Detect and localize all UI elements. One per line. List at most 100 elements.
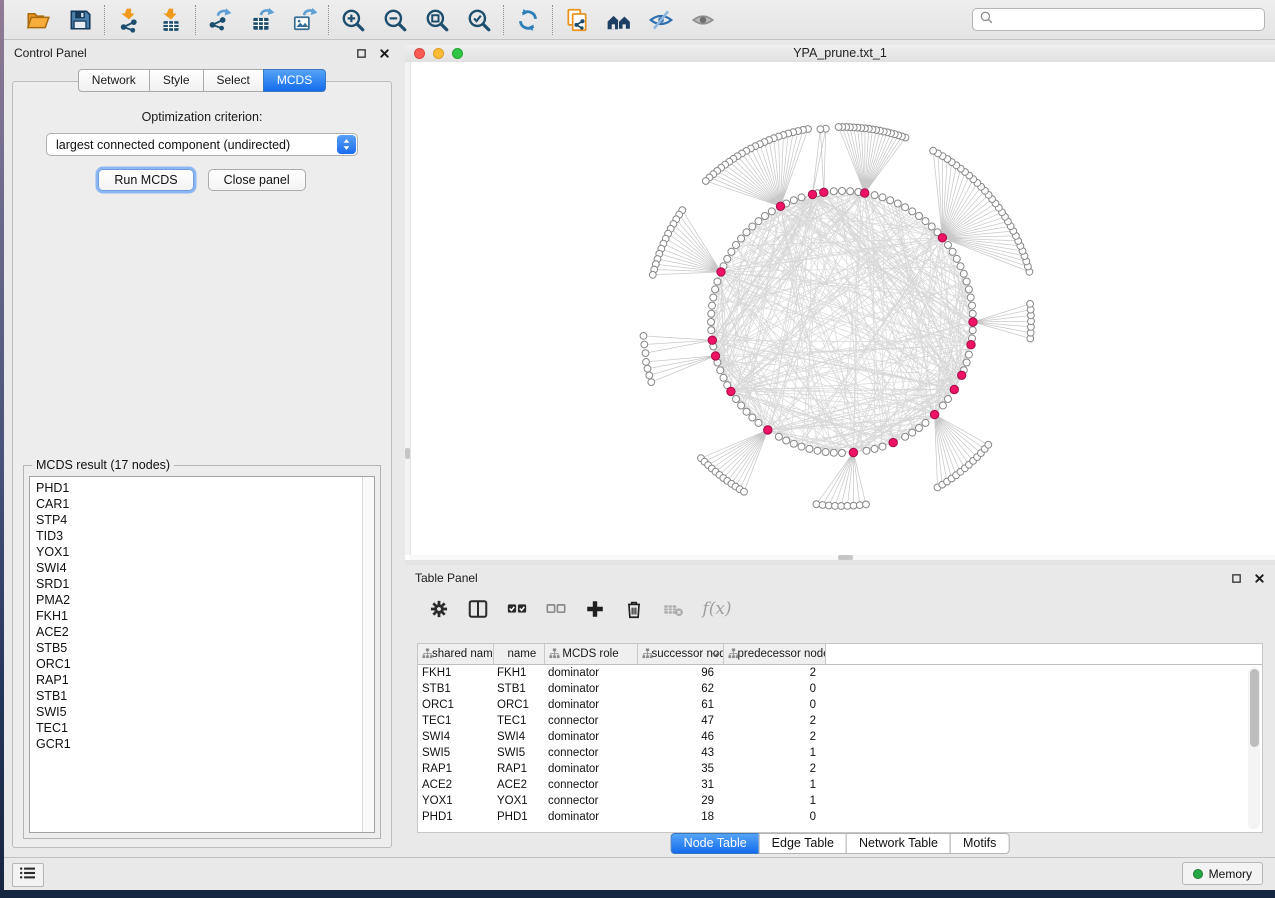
zoom-out-icon: [382, 7, 408, 33]
column-header-shared-name[interactable]: shared name: [418, 644, 493, 665]
tab-motifs[interactable]: Motifs: [950, 833, 1009, 854]
refresh-view-button[interactable]: [513, 5, 543, 35]
mcds-result-item[interactable]: YOX1: [30, 544, 362, 560]
status-bar: Memory: [4, 857, 1275, 890]
table-row[interactable]: PHD1PHD1dominator180: [418, 809, 1262, 825]
import-network-button[interactable]: [114, 5, 144, 35]
mcds-result-item[interactable]: PMA2: [30, 592, 362, 608]
split-columns-icon: [467, 598, 489, 620]
mcds-result-item[interactable]: STB5: [30, 640, 362, 656]
open-file-icon: [25, 7, 51, 33]
deselect-all-button[interactable]: [542, 595, 570, 623]
table-row[interactable]: YOX1YOX1connector291: [418, 793, 1262, 809]
export-table-button[interactable]: [247, 5, 277, 35]
delete-row-icon: [623, 598, 645, 620]
apply-function-button[interactable]: f(x): [698, 595, 736, 623]
show-panels-button[interactable]: [688, 5, 718, 35]
tab-edge-table[interactable]: Edge Table: [759, 833, 847, 854]
tab-style[interactable]: Style: [149, 69, 204, 92]
mcds-result-item[interactable]: FKH1: [30, 608, 362, 624]
status-menu-button[interactable]: [12, 863, 44, 887]
column-header-name[interactable]: name: [493, 644, 544, 665]
close-panel-icon[interactable]: [378, 47, 390, 59]
zoom-selected-button[interactable]: [464, 5, 494, 35]
export-network-button[interactable]: [205, 5, 235, 35]
shared-column-icon: [549, 648, 560, 662]
close-panel-button[interactable]: Close panel: [208, 169, 306, 191]
criterion-dropdown[interactable]: largest connected component (undirected): [46, 133, 358, 156]
optimization-criterion-label: Optimization criterion:: [142, 110, 263, 124]
mcds-result-item[interactable]: RAP1: [30, 672, 362, 688]
tab-network[interactable]: Network: [78, 69, 150, 92]
tab-select[interactable]: Select: [203, 69, 264, 92]
close-table-panel-icon[interactable]: [1253, 572, 1265, 584]
mcds-result-item[interactable]: ACE2: [30, 624, 362, 640]
mcds-result-title: MCDS result (17 nodes): [32, 458, 174, 472]
table-row[interactable]: FKH1FKH1dominator962: [418, 665, 1262, 682]
network-overview-button[interactable]: [604, 5, 634, 35]
sort-desc-icon: [711, 650, 720, 662]
hide-panels-icon: [648, 7, 674, 33]
add-row-button[interactable]: [581, 595, 609, 623]
mcds-result-item[interactable]: SWI5: [30, 704, 362, 720]
network-title: YPA_prune.txt_1: [405, 46, 1275, 60]
app-window: Control Panel NetworkStyleSelectMCDS Opt…: [4, 0, 1275, 890]
table-row[interactable]: ACE2ACE2connector311: [418, 777, 1262, 793]
tab-mcds[interactable]: MCDS: [263, 69, 326, 92]
tab-node-table[interactable]: Node Table: [671, 833, 760, 854]
float-table-panel-icon[interactable]: [1230, 572, 1242, 584]
column-header-successor-nodes[interactable]: successor nodes: [637, 644, 723, 665]
clone-network-button[interactable]: [562, 5, 592, 35]
mcds-result-item[interactable]: SRD1: [30, 576, 362, 592]
zoom-fit-icon: [424, 7, 450, 33]
table-scrollbar[interactable]: [1248, 667, 1260, 829]
mcds-result-item[interactable]: GCR1: [30, 736, 362, 752]
control-panel-title: Control Panel: [14, 46, 87, 60]
import-table-button[interactable]: [156, 5, 186, 35]
network-vertical-scrollbar[interactable]: [405, 62, 411, 555]
zoom-out-button[interactable]: [380, 5, 410, 35]
mcds-result-item[interactable]: CAR1: [30, 496, 362, 512]
float-panel-icon[interactable]: [355, 47, 367, 59]
save-session-button[interactable]: [65, 5, 95, 35]
open-file-button[interactable]: [23, 5, 53, 35]
table-row[interactable]: STB1STB1dominator620: [418, 681, 1262, 697]
toolbar-group: [196, 5, 328, 35]
column-header-predecessor-nodes[interactable]: predecessor nodes: [723, 644, 825, 665]
mcds-result-item[interactable]: STB1: [30, 688, 362, 704]
run-mcds-button[interactable]: Run MCDS: [98, 169, 193, 191]
memory-button[interactable]: Memory: [1182, 862, 1263, 885]
table-row[interactable]: TEC1TEC1connector472: [418, 713, 1262, 729]
delete-row-button[interactable]: [620, 595, 648, 623]
main-toolbar: [4, 0, 1275, 40]
delete-table-button[interactable]: [659, 595, 687, 623]
mcds-result-item[interactable]: SWI4: [30, 560, 362, 576]
table-row[interactable]: RAP1RAP1dominator352: [418, 761, 1262, 777]
mcds-result-item[interactable]: TEC1: [30, 720, 362, 736]
table-row[interactable]: ORC1ORC1dominator610: [418, 697, 1262, 713]
export-image-button[interactable]: [289, 5, 319, 35]
zoom-in-button[interactable]: [338, 5, 368, 35]
column-header-MCDS-role[interactable]: MCDS role: [544, 644, 637, 665]
settings-button[interactable]: [425, 595, 453, 623]
network-overview-icon: [606, 7, 632, 33]
mcds-result-list: PHD1CAR1STP4TID3YOX1SWI4SRD1PMA2FKH1ACE2…: [29, 476, 375, 833]
hide-panels-button[interactable]: [646, 5, 676, 35]
network-canvas[interactable]: [405, 62, 1275, 560]
split-columns-button[interactable]: [464, 595, 492, 623]
search-input[interactable]: [999, 12, 1258, 28]
dropdown-stepper-icon: [337, 135, 356, 154]
zoom-in-icon: [340, 7, 366, 33]
mcds-result-item[interactable]: ORC1: [30, 656, 362, 672]
mcds-list-scrollbar[interactable]: [362, 477, 374, 832]
mcds-result-item[interactable]: STP4: [30, 512, 362, 528]
table-row[interactable]: SWI5SWI5connector431: [418, 745, 1262, 761]
select-all-button[interactable]: [503, 595, 531, 623]
table-row[interactable]: SWI4SWI4dominator462: [418, 729, 1262, 745]
add-row-icon: [584, 598, 606, 620]
mcds-result-item[interactable]: TID3: [30, 528, 362, 544]
export-table-icon: [249, 7, 275, 33]
mcds-result-item[interactable]: PHD1: [30, 480, 362, 496]
tab-network-table[interactable]: Network Table: [846, 833, 951, 854]
zoom-fit-button[interactable]: [422, 5, 452, 35]
